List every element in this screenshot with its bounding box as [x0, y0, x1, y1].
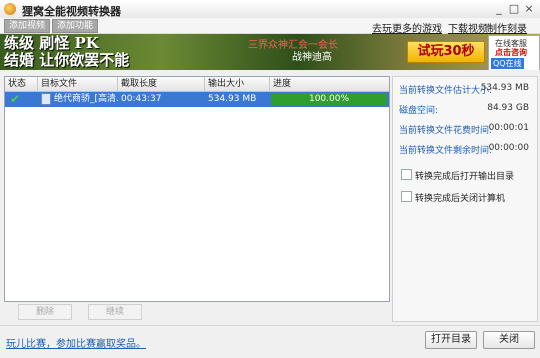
remaining-time-value: 00:00:00: [488, 143, 529, 153]
open-folder-checkbox[interactable]: [401, 169, 412, 180]
trial-play-button[interactable]: 试玩30秒: [407, 41, 485, 63]
delete-button[interactable]: 删除: [18, 304, 72, 320]
remaining-time-label: 当前转换文件剩余时间:: [399, 146, 493, 156]
col-target-file[interactable]: 目标文件: [38, 77, 118, 91]
conversion-list: 状态 目标文件 截取长度 输出大小 进度 ✔ 绝代商骄_[高清... 00:43…: [4, 76, 390, 302]
status-check-icon: ✔: [10, 92, 21, 106]
contest-link[interactable]: 玩儿比赛，参加比赛赢取奖品。: [6, 335, 146, 350]
target-file-name: 绝代商骄_[高清...: [54, 94, 118, 104]
window-title: 狸窝全能视频转换器: [22, 5, 121, 18]
size-cell: 534.93 MB: [208, 94, 257, 104]
add-feature-button[interactable]: 添加功能: [52, 19, 99, 33]
col-status[interactable]: 状态: [5, 77, 38, 91]
title-bar: 狸窝全能视频转换器 _ □ ×: [0, 0, 540, 19]
maximize-button[interactable]: □: [507, 2, 521, 15]
col-output-size[interactable]: 输出大小: [205, 77, 270, 91]
info-panel: 当前转换文件估计大小: 534.93 MB 磁盘空间: 84.93 GB 当前转…: [392, 76, 538, 322]
open-folder-checkbox-label[interactable]: 转换完成后打开输出目录: [415, 169, 514, 182]
disk-space-value: 84.93 GB: [487, 103, 529, 113]
download-video-link[interactable]: 下载视频: [448, 20, 488, 35]
close-window-button[interactable]: ×: [522, 2, 536, 15]
online-service-box[interactable]: 在线客服 点击咨询 QQ在线: [488, 35, 540, 70]
list-row[interactable]: ✔ 绝代商骄_[高清... 00:43:37 534.93 MB 100.00%: [5, 92, 389, 107]
ad-slogan-line-2: 结婚 让你欲罢不能: [4, 51, 130, 69]
advertisement-banner[interactable]: 练级 刷怪 PK 结婚 让你欲罢不能 三界众神汇会一会长 战神迪高 试玩30秒 …: [0, 34, 540, 70]
list-button-bar: 删除 继续: [4, 302, 390, 320]
ad-slogan: 练级 刷怪 PK 结婚 让你欲罢不能: [4, 35, 129, 69]
add-video-button[interactable]: 添加视频: [4, 19, 51, 33]
shutdown-checkbox[interactable]: [401, 191, 412, 202]
open-directory-button[interactable]: 打开目录: [425, 331, 477, 349]
close-button[interactable]: 关闭: [483, 331, 535, 349]
elapsed-time-label: 当前转换文件花费时间:: [399, 126, 493, 136]
more-games-link[interactable]: 去玩更多的游戏: [372, 20, 442, 35]
qq-online-badge[interactable]: QQ在线: [491, 58, 524, 69]
estimated-size-value: 534.93 MB: [480, 83, 529, 93]
col-length[interactable]: 截取长度: [118, 77, 205, 91]
online-consult-label: 点击咨询: [495, 48, 527, 57]
col-progress[interactable]: 进度: [270, 77, 389, 91]
footer-bar: 玩儿比赛，参加比赛赢取奖品。 打开目录 关闭: [0, 325, 540, 358]
list-header: 状态 目标文件 截取长度 输出大小 进度: [5, 77, 389, 92]
app-logo-icon: [4, 3, 16, 15]
video-file-icon: [41, 92, 51, 105]
continue-button[interactable]: 继续: [88, 304, 142, 320]
disk-space-label: 磁盘空间:: [399, 106, 439, 116]
toolbar: 添加视频 添加功能 去玩更多的游戏 下载视频 制作刻录DVD: [0, 18, 540, 46]
ad-slogan-line-1: 练级 刷怪 PK: [4, 34, 99, 52]
shutdown-checkbox-label[interactable]: 转换完成后关闭计算机: [415, 191, 505, 204]
estimated-size-label: 当前转换文件估计大小:: [399, 86, 493, 96]
target-file-cell: 绝代商骄_[高清...: [38, 92, 118, 107]
minimize-button[interactable]: _: [492, 2, 506, 15]
ad-mid-text-2: 战神迪高: [292, 52, 332, 63]
progress-bar: 100.00%: [271, 93, 387, 106]
elapsed-time-value: 00:00:01: [488, 123, 529, 133]
length-cell: 00:43:37: [121, 94, 162, 104]
